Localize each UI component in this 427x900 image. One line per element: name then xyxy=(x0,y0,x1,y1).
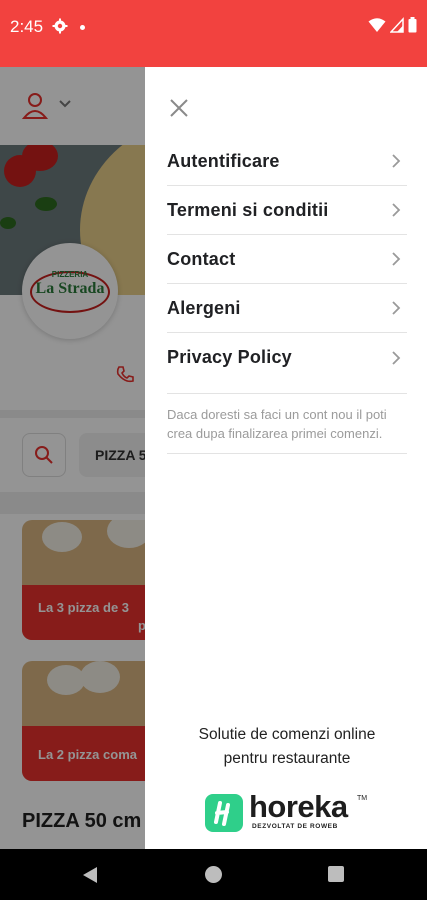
menu-item-contact[interactable]: Contact xyxy=(167,235,407,284)
chevron-right-icon xyxy=(392,154,401,168)
menu-item-termeni[interactable]: Termeni si conditii xyxy=(167,186,407,235)
menu-item-label: Alergeni xyxy=(167,297,241,318)
back-icon[interactable] xyxy=(82,866,98,889)
menu-item-label: Termeni si conditii xyxy=(167,199,329,220)
menu-item-autentificare[interactable]: Autentificare xyxy=(167,137,407,186)
menu-item-alergeni[interactable]: Alergeni xyxy=(167,284,407,333)
menu-item-label: Autentificare xyxy=(167,150,280,171)
chevron-right-icon xyxy=(392,252,401,266)
brand-trademark: TM xyxy=(357,795,368,802)
drawer-menu: Autentificare Termeni si conditii Contac… xyxy=(167,137,407,382)
brand-name: horeka xyxy=(249,789,348,824)
notification-dot-icon xyxy=(80,25,85,30)
brand-subtitle: DEZVOLTAT DE ROWEB xyxy=(252,823,338,830)
recent-apps-icon[interactable] xyxy=(328,866,344,882)
horeka-brand-logo[interactable]: horeka TM DEZVOLTAT DE ROWEB xyxy=(205,789,375,835)
menu-item-label: Contact xyxy=(167,248,236,269)
signal-icon xyxy=(390,17,404,33)
chevron-right-icon xyxy=(392,203,401,217)
battery-icon xyxy=(408,17,417,33)
account-info-text: Daca doresti sa faci un cont nou il poti… xyxy=(167,393,407,454)
footer-line-1: Solutie de comenzi online xyxy=(198,726,376,743)
home-icon[interactable] xyxy=(205,866,222,883)
wifi-icon xyxy=(368,18,386,32)
chevron-right-icon xyxy=(392,301,401,315)
horeka-mark-icon xyxy=(205,794,243,832)
status-bar: 2:45 xyxy=(0,0,427,67)
chevron-right-icon xyxy=(392,350,401,365)
footer-tagline: Solutie de comenzi online pentru restaur… xyxy=(167,723,407,771)
menu-item-privacy-policy[interactable]: Privacy Policy xyxy=(167,333,407,382)
side-drawer: Autentificare Termeni si conditii Contac… xyxy=(145,67,427,849)
status-time: 2:45 xyxy=(10,17,44,36)
menu-item-label: Privacy Policy xyxy=(167,347,292,367)
close-icon[interactable] xyxy=(167,96,191,120)
footer-line-2: pentru restaurante xyxy=(223,750,351,767)
system-nav-bar xyxy=(0,849,427,900)
settings-gear-icon xyxy=(52,18,68,39)
status-icons xyxy=(368,17,417,33)
